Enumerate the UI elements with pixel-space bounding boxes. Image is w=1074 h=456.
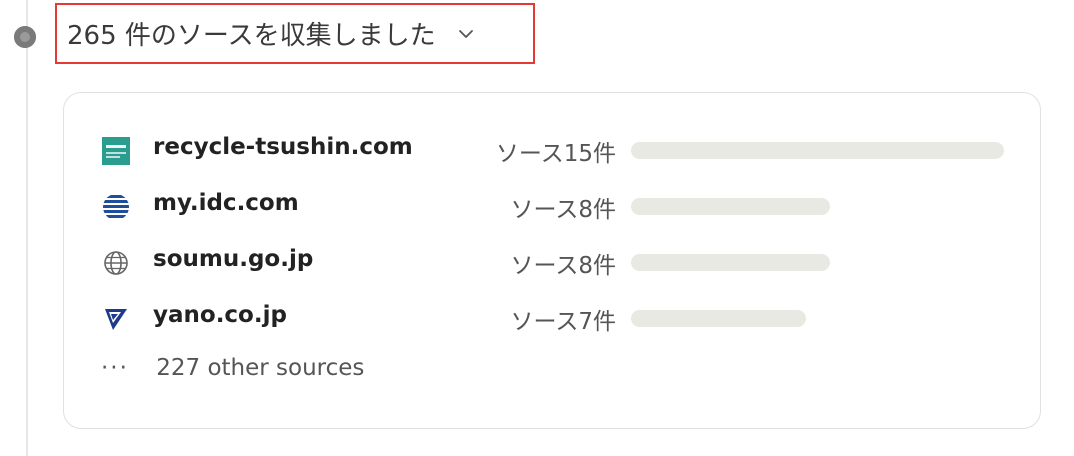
recycle-tsushin-logo-icon [101,136,131,166]
source-domain[interactable]: yano.co.jp [153,302,287,328]
other-sources-label: 227 other sources [156,355,365,381]
source-bar [631,142,1004,159]
source-row-recycle-tsushin[interactable]: recycle-tsushin.com ソース15件 [64,120,1040,176]
idc-globe-logo-icon [101,192,131,222]
sources-summary-label: 265 件のソースを収集しました [67,21,436,51]
timeline-line [26,0,28,456]
source-row-soumu[interactable]: soumu.go.jp ソース8件 [64,232,1040,288]
other-sources-link[interactable]: ··· 227 other sources [101,355,364,381]
source-count: ソース8件 [510,253,616,279]
source-domain[interactable]: my.idc.com [153,190,299,216]
globe-icon [101,248,131,278]
timeline-dot [14,26,36,48]
sources-summary-toggle[interactable]: 265 件のソースを収集しました [55,3,535,64]
source-bar [631,254,830,271]
source-domain[interactable]: recycle-tsushin.com [153,134,413,160]
source-row-yano[interactable]: yano.co.jp ソース7件 [64,288,1040,344]
sources-card: recycle-tsushin.com ソース15件 my.idc.com ソー… [63,92,1041,429]
source-count: ソース7件 [510,309,616,335]
ellipsis-icon: ··· [101,355,129,381]
source-bar [631,310,806,327]
source-domain[interactable]: soumu.go.jp [153,246,313,272]
yano-logo-icon [101,304,131,334]
chevron-down-icon [458,20,474,44]
source-count: ソース15件 [495,141,616,167]
source-row-my-idc[interactable]: my.idc.com ソース8件 [64,176,1040,232]
source-count: ソース8件 [510,197,616,223]
source-bar [631,198,830,215]
